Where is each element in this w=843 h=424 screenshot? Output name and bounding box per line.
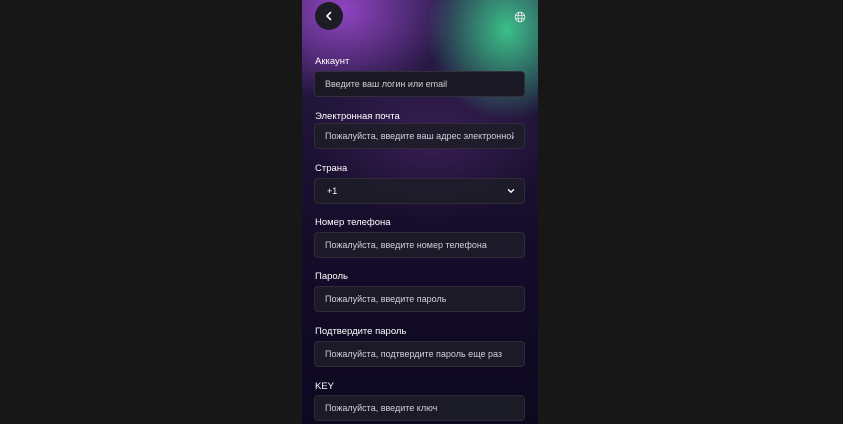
email-label: Электронная почта — [315, 111, 400, 122]
globe-icon — [514, 11, 526, 23]
language-button[interactable] — [513, 10, 527, 24]
account-label: Аккаунт — [315, 56, 350, 67]
key-input[interactable] — [314, 395, 525, 421]
confirm-password-input[interactable] — [314, 341, 525, 367]
email-input[interactable] — [314, 123, 525, 149]
password-label: Пароль — [315, 271, 348, 282]
register-screen: Аккаунт Электронная почта Страна +1 Номе… — [302, 0, 538, 424]
account-input[interactable] — [314, 71, 525, 97]
country-select-value: +1 — [327, 186, 338, 196]
country-select[interactable]: +1 — [314, 178, 525, 204]
chevron-left-icon — [326, 11, 332, 21]
back-button[interactable] — [315, 2, 343, 30]
key-label: KEY — [315, 381, 335, 392]
phone-input[interactable] — [314, 232, 525, 258]
chevron-down-icon — [507, 189, 515, 193]
confirm-password-label: Подтвердите пароль — [315, 326, 407, 337]
password-input[interactable] — [314, 286, 525, 312]
phone-label: Номер телефона — [315, 217, 391, 228]
country-label: Страна — [315, 163, 348, 174]
